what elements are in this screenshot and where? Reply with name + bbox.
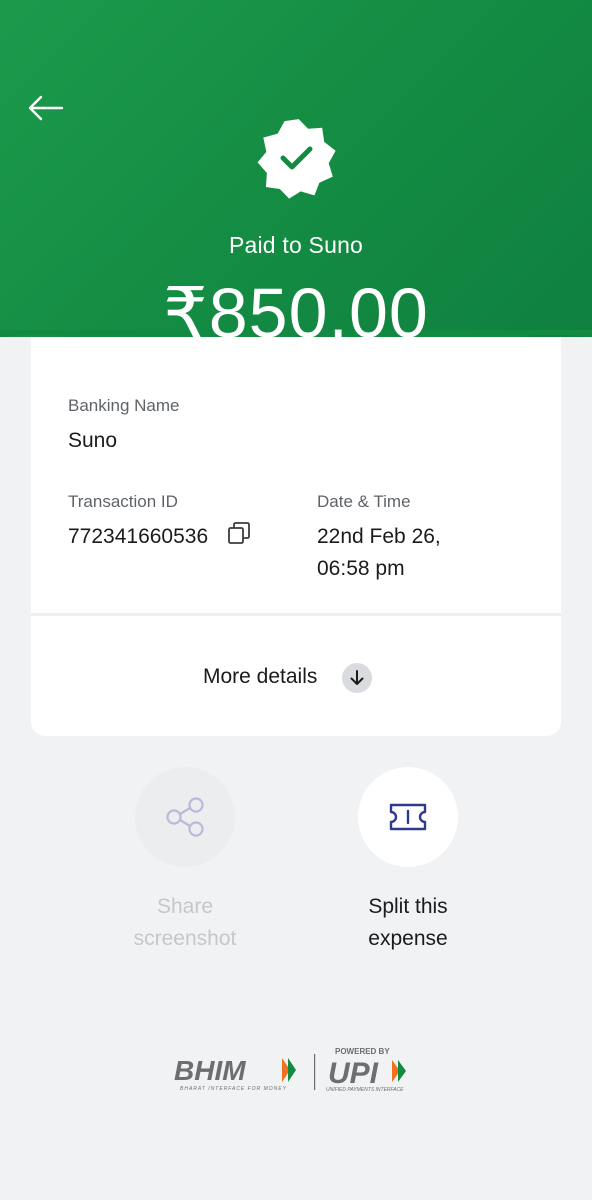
banking-name-value: Suno (68, 429, 118, 452)
share-screenshot-button[interactable] (135, 767, 235, 867)
bhim-wordmark: BHIM (174, 1055, 246, 1086)
bhim-tagline: BHARAT INTERFACE FOR MONEY (180, 1086, 287, 1092)
transaction-id-label: Transaction ID (68, 492, 178, 511)
powered-by-text: POWERED BY (335, 1047, 390, 1056)
date-time-label: Date & Time (317, 492, 411, 511)
banking-name-label: Banking Name (68, 396, 180, 415)
share-label-line2: screenshot (133, 927, 237, 950)
upi-tagline: UNIFIED PAYMENTS INTERFACE (326, 1087, 404, 1093)
bhim-upi-logo: BHIM BHARAT INTERFACE FOR MONEY POWERED … (174, 1047, 406, 1093)
split-expense-button[interactable] (358, 767, 458, 867)
arrow-left-icon (28, 95, 64, 121)
share-label-line1: Share (156, 895, 214, 918)
date-time-line1: 22nd Feb 26, (317, 525, 441, 548)
split-label-line2: expense (368, 927, 448, 950)
paid-to-text: Paid to Suno (228, 232, 364, 258)
back-button[interactable] (24, 90, 68, 126)
date-time-line2: 06:58 pm (317, 557, 405, 580)
split-expense-label[interactable]: Split this expense (308, 891, 508, 955)
upi-wordmark: UPI (328, 1057, 379, 1090)
transaction-id-value: 772341660536 (68, 525, 209, 548)
arrow-down-icon[interactable] (342, 663, 372, 693)
ticket-split-icon (389, 803, 427, 831)
verified-check-badge-icon (257, 119, 336, 199)
copy-icon[interactable] (227, 521, 251, 545)
share-screenshot-label: Share screenshot (85, 891, 285, 955)
transaction-details-card: Banking Name Suno Transaction ID 7723416… (31, 337, 561, 736)
share-icon (166, 797, 204, 837)
split-label-line1: Split this (368, 895, 448, 918)
more-details-label[interactable]: More details (203, 665, 317, 689)
